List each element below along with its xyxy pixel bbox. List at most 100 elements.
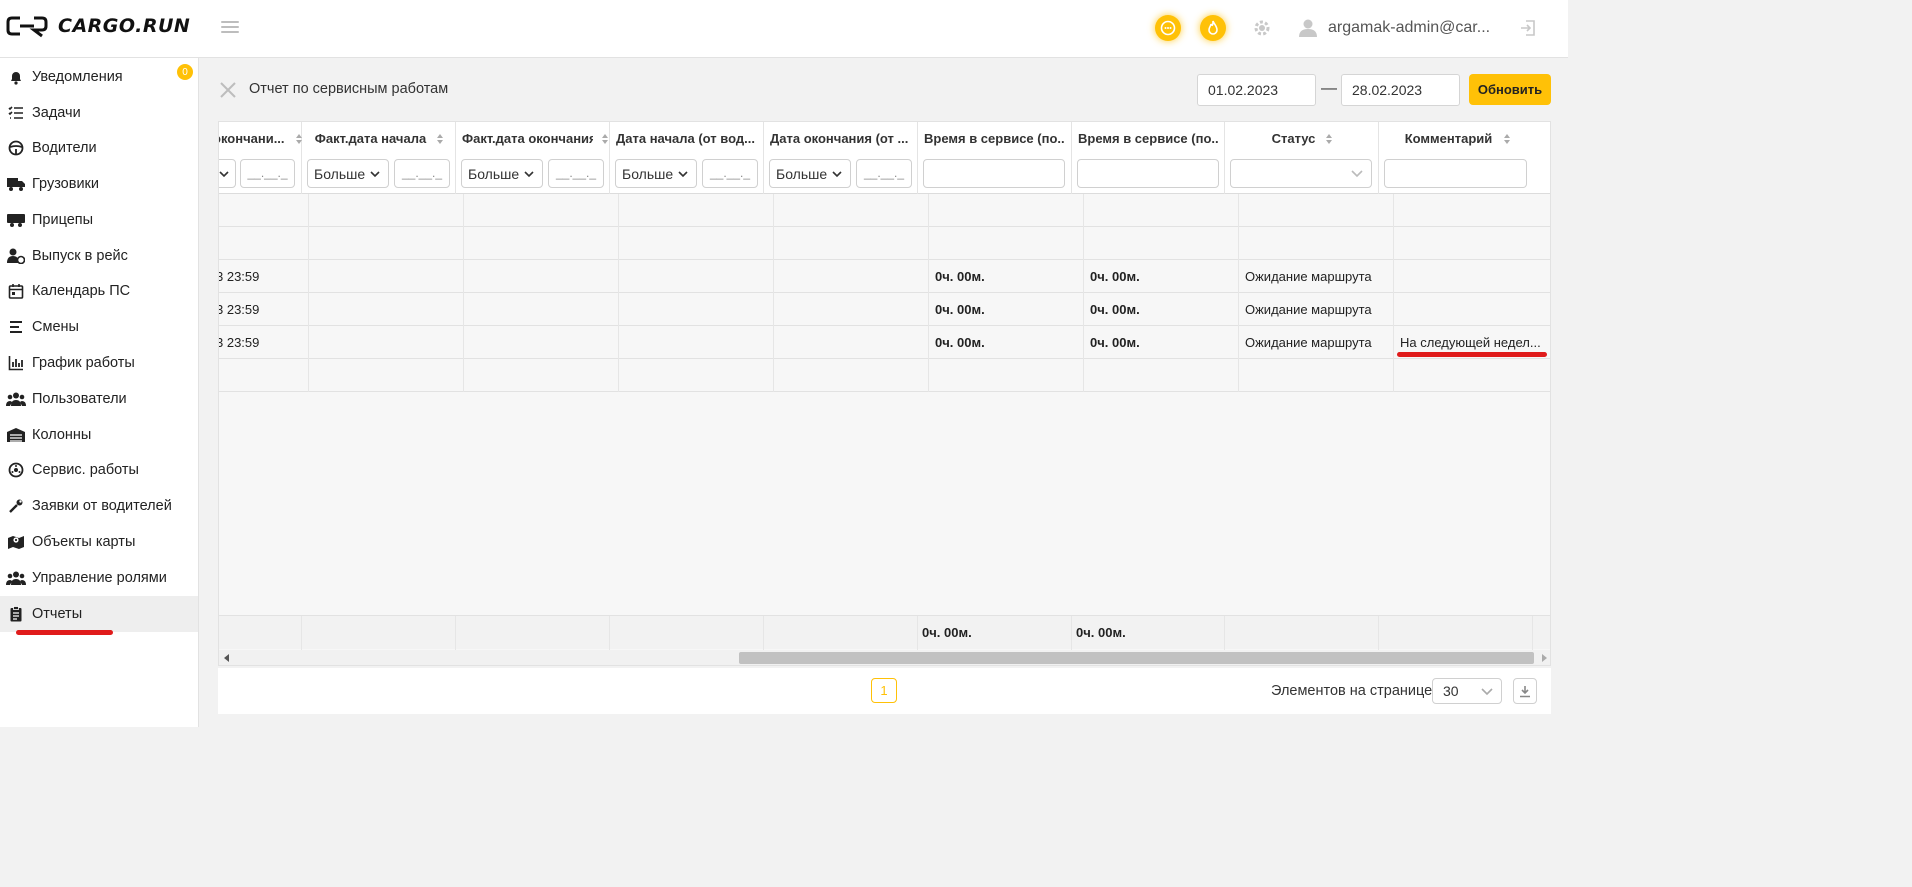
- filter-date-input[interactable]: __.__._: [856, 159, 912, 188]
- summary-cell: [456, 616, 610, 650]
- table-row[interactable]: [219, 227, 1550, 260]
- filter-operator-select[interactable]: Больше: [769, 159, 851, 188]
- refresh-button[interactable]: Обновить: [1469, 74, 1551, 105]
- table-cell: 3 23:59: [219, 293, 309, 326]
- table-cell: [464, 359, 619, 392]
- sidebar-item-service-works[interactable]: Сервис. работы: [0, 452, 198, 488]
- sidebar-item-label: Пользователи: [32, 391, 127, 407]
- chat-icon[interactable]: [1155, 15, 1181, 41]
- highlight-underline-reports: [16, 630, 113, 635]
- sort-icon[interactable]: [436, 133, 444, 145]
- chevron-down-icon: [678, 171, 688, 178]
- chevron-down-icon: [524, 171, 534, 178]
- column-header-service-time-2[interactable]: Время в сервисе (по...: [1072, 122, 1225, 194]
- sort-icon[interactable]: [601, 133, 609, 145]
- scrollbar-thumb[interactable]: [739, 652, 1534, 664]
- logout-icon[interactable]: [1515, 15, 1541, 41]
- grid-footer: 1 Элементов на странице 30: [218, 668, 1551, 714]
- column-header-end-date[interactable]: окончани... __.__._: [219, 122, 302, 194]
- filter-date-input[interactable]: __.__._: [702, 159, 758, 188]
- date-from-input[interactable]: [1197, 74, 1316, 106]
- filter-operator-select[interactable]: Больше: [307, 159, 389, 188]
- sidebar-item-dispatch[interactable]: Выпуск в рейс: [0, 238, 198, 274]
- fire-icon[interactable]: [1200, 15, 1226, 41]
- table-row[interactable]: 3 23:59 0ч. 00м. 0ч. 00м. Ожидание маршр…: [219, 326, 1550, 359]
- column-header-driver-end-date[interactable]: Дата окончания (от ... Больше __.__._: [764, 122, 918, 194]
- report-grid: окончани... __.__._ Факт.дата начала Бол…: [218, 121, 1551, 666]
- filter-operator-select[interactable]: Больше: [615, 159, 697, 188]
- sort-icon[interactable]: [1503, 133, 1511, 145]
- filter-text-input[interactable]: [1384, 159, 1527, 188]
- user-avatar-icon[interactable]: [1295, 15, 1321, 41]
- table-row[interactable]: [219, 194, 1550, 227]
- sidebar-item-schedule[interactable]: График работы: [0, 345, 198, 381]
- table-cell: [929, 227, 1084, 260]
- table-cell: 3 23:59: [219, 260, 309, 293]
- table-cell: [619, 326, 774, 359]
- chevron-down-icon: [1351, 170, 1363, 178]
- sidebar-item-columns[interactable]: Колонны: [0, 417, 198, 453]
- table-cell: [309, 359, 464, 392]
- date-range-separator: —: [1321, 80, 1337, 97]
- sidebar-item-role-management[interactable]: Управление ролями: [0, 560, 198, 596]
- filter-text-input[interactable]: [1077, 159, 1219, 188]
- gear-icon[interactable]: [1249, 15, 1275, 41]
- download-button[interactable]: [1513, 678, 1537, 704]
- status-filter-select[interactable]: [1230, 159, 1372, 188]
- sidebar-item-shifts[interactable]: Смены: [0, 309, 198, 345]
- highlight-underline-comment: [1397, 352, 1547, 357]
- logo[interactable]: CARGO.RUN: [6, 12, 190, 40]
- filter-date-input[interactable]: __.__._: [240, 159, 295, 188]
- table-row[interactable]: 3 23:59 0ч. 00м. 0ч. 00м. Ожидание маршр…: [219, 260, 1550, 293]
- filter-date-input[interactable]: __.__._: [394, 159, 450, 188]
- summary-cell: 0ч. 00м.: [918, 616, 1072, 650]
- menu-toggle-icon[interactable]: [221, 18, 239, 36]
- sidebar-item-trucks[interactable]: Грузовики: [0, 166, 198, 202]
- table-cell: [774, 260, 929, 293]
- table-cell: [774, 227, 929, 260]
- sidebar-item-reports[interactable]: Отчеты: [0, 596, 198, 632]
- scroll-left-icon[interactable]: [224, 654, 230, 662]
- sidebar-item-users[interactable]: Пользователи: [0, 381, 198, 417]
- scroll-right-icon[interactable]: [1541, 654, 1547, 662]
- sidebar-item-map-objects[interactable]: Объекты карты: [0, 524, 198, 560]
- chevron-down-icon: [1481, 688, 1493, 696]
- table-cell: [464, 326, 619, 359]
- column-header-fact-end-date[interactable]: Факт.дата окончания Больше __.__._: [456, 122, 610, 194]
- date-to-input[interactable]: [1341, 74, 1460, 106]
- column-header-service-time-1[interactable]: Время в сервисе (по...: [918, 122, 1072, 194]
- column-header-label: Время в сервисе (по...: [924, 131, 1065, 146]
- sidebar-item-calendar[interactable]: Календарь ПС: [0, 273, 198, 309]
- filter-text-input[interactable]: [923, 159, 1065, 188]
- sort-icon[interactable]: [1325, 133, 1333, 145]
- table-cell: [1394, 194, 1550, 227]
- per-page-select[interactable]: 30: [1432, 678, 1502, 704]
- sidebar-item-trailers[interactable]: Прицепы: [0, 202, 198, 238]
- table-row[interactable]: 3 23:59 0ч. 00м. 0ч. 00м. Ожидание маршр…: [219, 293, 1550, 326]
- filter-operator-select[interactable]: Больше: [461, 159, 543, 188]
- table-cell: [619, 194, 774, 227]
- column-header-comment[interactable]: Комментарий: [1379, 122, 1550, 194]
- sidebar-item-driver-requests[interactable]: Заявки от водителей: [0, 488, 198, 524]
- close-icon[interactable]: [218, 80, 238, 100]
- chevron-down-icon: [219, 171, 229, 178]
- sidebar-item-label: Прицепы: [32, 212, 94, 228]
- sidebar-item-notifications[interactable]: Уведомления 0: [0, 59, 198, 95]
- column-header-label: Статус: [1271, 131, 1316, 146]
- sidebar-item-tasks[interactable]: Задачи: [0, 95, 198, 131]
- sidebar-item-drivers[interactable]: Водители: [0, 130, 198, 166]
- user-name[interactable]: argamak-admin@car...: [1328, 19, 1490, 37]
- grid-header: окончани... __.__._ Факт.дата начала Бол…: [219, 122, 1550, 194]
- column-header-fact-start-date[interactable]: Факт.дата начала Больше __.__._: [302, 122, 456, 194]
- logo-text: CARGO.RUN: [58, 15, 191, 37]
- filter-operator-select[interactable]: [219, 159, 236, 188]
- column-header-status[interactable]: Статус: [1225, 122, 1379, 194]
- roles-icon: [0, 570, 32, 586]
- table-row[interactable]: [219, 359, 1550, 392]
- page-button-current[interactable]: 1: [871, 678, 897, 703]
- column-header-driver-start-date[interactable]: Дата начала (от вод... Больше __.__._: [610, 122, 764, 194]
- horizontal-scrollbar[interactable]: [219, 650, 1550, 665]
- filter-date-input[interactable]: __.__._: [548, 159, 604, 188]
- table-cell: [1239, 194, 1394, 227]
- summary-cell: [219, 616, 302, 650]
